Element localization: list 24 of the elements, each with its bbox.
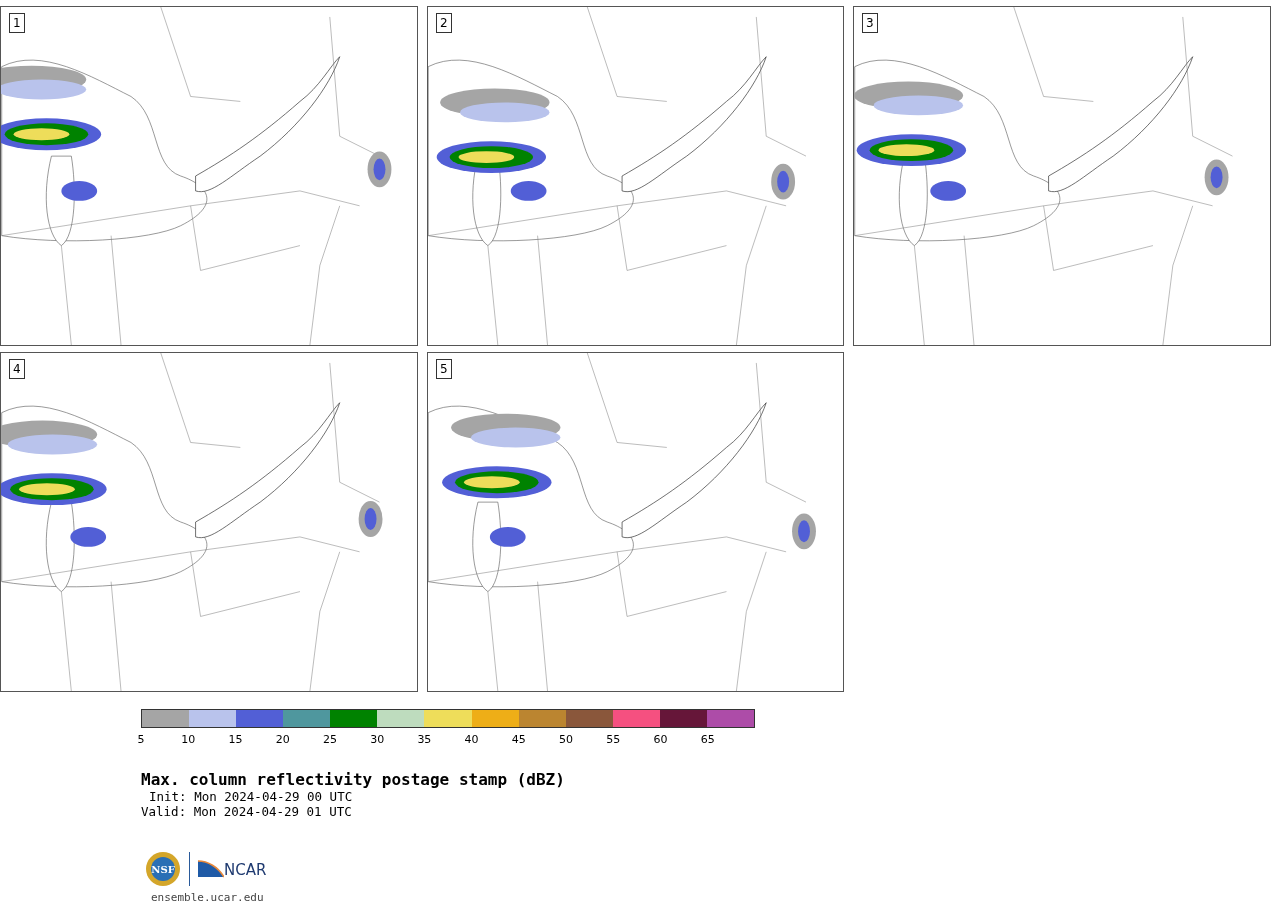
scale-label: 10 bbox=[181, 733, 196, 746]
panel-number: 1 bbox=[9, 13, 25, 33]
website-url: ensemble.ucar.edu bbox=[151, 891, 265, 904]
ncar-logo: NCAR bbox=[198, 859, 267, 879]
scale-label: 15 bbox=[228, 733, 243, 746]
scale-label: 50 bbox=[559, 733, 574, 746]
init-time: Init: Mon 2024-04-29 00 UTC bbox=[148, 789, 354, 804]
scale-label: 55 bbox=[606, 733, 621, 746]
scale-label: 5 bbox=[137, 733, 145, 746]
panel-number: 5 bbox=[436, 359, 452, 379]
scale-label: 35 bbox=[417, 733, 432, 746]
scale-label: 45 bbox=[511, 733, 526, 746]
panel-number: 3 bbox=[862, 13, 878, 33]
panel-number: 2 bbox=[436, 13, 452, 33]
scale-label: 25 bbox=[322, 733, 337, 746]
scale-label: 30 bbox=[370, 733, 385, 746]
scale-label: 20 bbox=[275, 733, 290, 746]
scale-label: 40 bbox=[464, 733, 479, 746]
scale-label: 65 bbox=[700, 733, 715, 746]
panel-number: 4 bbox=[9, 359, 25, 379]
valid-time: Valid: Mon 2024-04-29 01 UTC bbox=[141, 804, 353, 819]
chart-title: Max. column reflectivity postage stamp (dBZ) bbox=[141, 770, 566, 789]
seal-logo: NSF bbox=[145, 851, 181, 887]
scale-label: 60 bbox=[653, 733, 668, 746]
